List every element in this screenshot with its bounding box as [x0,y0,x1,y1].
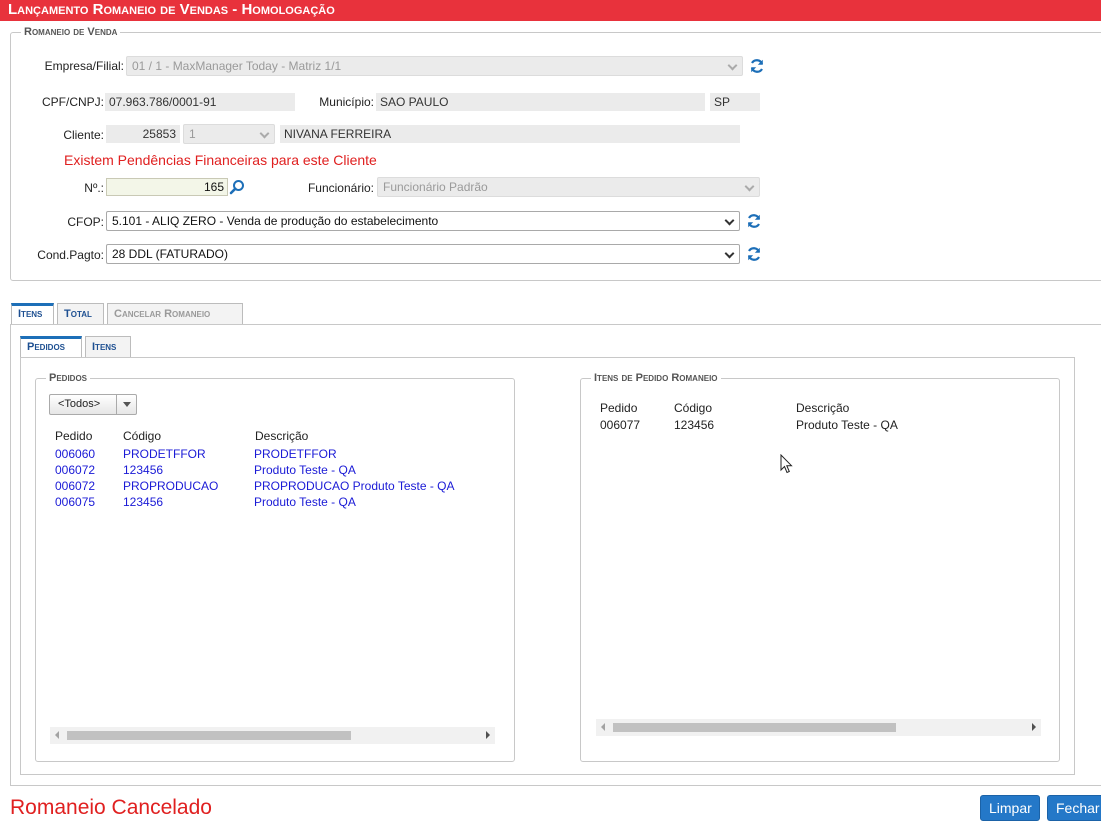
row-descricao[interactable]: Produto Teste - QA [254,463,356,477]
cpf-label: CPF/CNPJ: [41,95,104,109]
window-title: Lançamento Romaneio de Vendas - Homologa… [0,0,1101,21]
itens-col-codigo: Código [674,401,713,415]
search-icon[interactable] [229,179,245,195]
subtab-itens[interactable]: Itens [85,336,131,357]
pedidos-col-descricao: Descrição [255,429,309,443]
row-descricao[interactable]: PROPRODUCAO Produto Teste - QA [254,479,455,493]
scroll-left-icon[interactable] [55,731,59,739]
pedidos-filter-value: <Todos> [58,398,101,410]
row-codigo[interactable]: 123456 [674,418,714,432]
mouse-cursor-icon [780,454,793,474]
itens-pedido-hscroll[interactable] [596,719,1041,736]
row-pedido[interactable]: 006060 [55,447,95,461]
cpf-field[interactable]: 07.963.786/0001-91 [105,93,295,111]
tab-total[interactable]: Total [57,303,104,324]
row-codigo[interactable]: 123456 [123,463,163,477]
condpagto-label: Cond.Pagto: [37,248,104,262]
funcionario-select: Funcionário Padrão [377,177,760,197]
scroll-left-icon[interactable] [601,723,605,731]
refresh-icon[interactable] [746,213,762,229]
cliente-label: Cliente: [63,128,104,142]
row-pedido[interactable]: 006072 [55,463,95,477]
numero-label: Nº.: [84,181,104,195]
row-pedido[interactable]: 006072 [55,479,95,493]
cfop-label: CFOP: [67,215,104,229]
numero-input[interactable]: 165 [106,178,228,196]
itens-col-pedido: Pedido [600,401,638,415]
cliente-name-field[interactable]: NIVANA FERREIRA [280,125,740,143]
limpar-button[interactable]: Limpar [980,795,1040,821]
cliente-seq-select: 1 [183,124,275,144]
romaneio-legend: Romaneio de Venda [24,26,118,38]
refresh-icon[interactable] [749,58,765,74]
row-descricao[interactable]: Produto Teste - QA [796,418,898,432]
chevron-down-icon [727,60,738,71]
scroll-thumb[interactable] [67,731,351,740]
chevron-down-icon [259,128,270,139]
row-pedido[interactable]: 006075 [55,495,95,509]
chevron-down-icon[interactable] [116,395,136,414]
funcionario-label: Funcionário: [307,181,374,195]
row-codigo[interactable]: PRODETFFOR [123,447,206,461]
cfop-value: 5.101 - ALIQ ZERO - Venda de produção do… [112,214,439,228]
row-pedido[interactable]: 006077 [600,418,640,432]
itens-col-descricao: Descrição [796,401,850,415]
pedidos-filter-select[interactable]: <Todos> [49,394,137,415]
tab-itens[interactable]: Itens [11,303,54,324]
condpagto-select[interactable]: 28 DDL (FATURADO) [106,244,740,264]
tab-cancelar-romaneio[interactable]: Cancelar Romaneio [107,303,243,324]
row-descricao[interactable]: Produto Teste - QA [254,495,356,509]
pedidos-legend: Pedidos [49,372,88,384]
scroll-right-icon[interactable] [486,731,490,739]
condpagto-value: 28 DDL (FATURADO) [112,247,229,261]
pedidos-col-pedido: Pedido [55,429,93,443]
refresh-icon[interactable] [746,246,762,262]
cliente-seq-value: 1 [189,127,196,141]
chevron-down-icon [724,215,735,226]
row-codigo[interactable]: 123456 [123,495,163,509]
itens-pedido-list[interactable]: Pedido Código Descrição 006077 123456 Pr… [596,394,1041,717]
empresa-label: Empresa/Filial: [44,59,124,73]
cliente-code-field[interactable]: 25853 [106,125,180,143]
row-descricao[interactable]: PRODETFFOR [254,447,337,461]
status-message: Romaneio Cancelado [10,796,212,819]
pedidos-hscroll[interactable] [50,727,495,744]
municipio-label: Município: [319,95,374,109]
empresa-value: 01 / 1 - MaxManager Today - Matriz 1/1 [132,59,342,73]
fechar-button[interactable]: Fechar [1047,795,1101,821]
chevron-down-icon [744,181,755,192]
scroll-thumb[interactable] [613,723,896,732]
pedidos-col-codigo: Código [123,429,162,443]
chevron-down-icon [724,248,735,259]
row-codigo[interactable]: PROPRODUCAO [123,479,218,493]
pendencias-warning: Existem Pendências Financeiras para este… [64,152,377,168]
uf-field[interactable]: SP [710,93,760,111]
subtab-pedidos[interactable]: Pedidos [20,336,82,357]
itens-pedido-legend: Itens de Pedido Romaneio [594,372,718,384]
municipio-field[interactable]: SAO PAULO [376,93,705,111]
cfop-select[interactable]: 5.101 - ALIQ ZERO - Venda de produção do… [106,211,740,231]
funcionario-value: Funcionário Padrão [383,180,488,194]
empresa-select: 01 / 1 - MaxManager Today - Matriz 1/1 [126,56,743,76]
pedidos-list[interactable]: Pedido Código Descrição 006060 PRODETFFO… [50,423,495,744]
scroll-right-icon[interactable] [1032,723,1036,731]
